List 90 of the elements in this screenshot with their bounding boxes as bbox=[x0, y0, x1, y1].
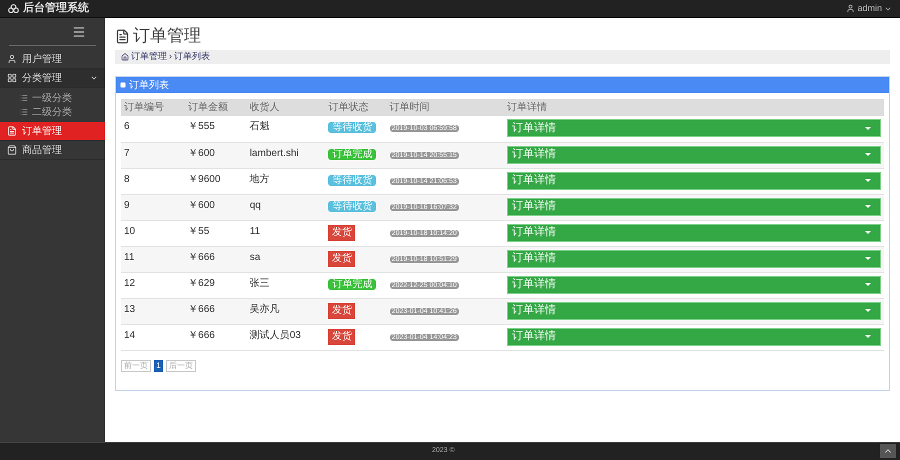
table-cell: qq bbox=[246, 194, 326, 220]
caret-icon bbox=[865, 126, 871, 130]
table-cell: ￥666 bbox=[185, 246, 247, 272]
sidebar-item[interactable]: 商品管理 bbox=[0, 141, 105, 160]
table-cell: 地方 bbox=[246, 168, 326, 194]
table-cell: ￥555 bbox=[185, 116, 247, 142]
table-cell: 11 bbox=[121, 246, 186, 272]
table-cell: 吴亦凡 bbox=[246, 298, 326, 324]
document-icon bbox=[115, 28, 130, 44]
table-cell: ￥55 bbox=[185, 220, 247, 246]
caret-icon bbox=[865, 309, 871, 312]
table-cell: 张三 bbox=[246, 272, 326, 298]
menu-toggle[interactable] bbox=[72, 25, 86, 39]
page-button[interactable]: 1 bbox=[154, 360, 163, 372]
user-menu[interactable]: admin bbox=[846, 2, 892, 16]
status-label: 等待收货 bbox=[328, 200, 376, 212]
table-cell: 8 bbox=[121, 168, 186, 194]
submenu-item[interactable]: 一级分类 bbox=[0, 91, 105, 105]
table-cell: 11 bbox=[246, 220, 326, 246]
caret-icon bbox=[865, 257, 871, 260]
panel-title: 订单列表 bbox=[129, 78, 169, 92]
column-header: 订单状态 bbox=[325, 99, 387, 116]
table-cell: ￥629 bbox=[185, 272, 247, 298]
detail-dropdown[interactable]: 订单详情 bbox=[507, 172, 881, 190]
chevron-icon bbox=[90, 74, 98, 82]
table-cell: 14 bbox=[121, 324, 186, 350]
user-icon bbox=[7, 54, 17, 64]
prev-page-button[interactable]: 前一页 bbox=[121, 360, 151, 372]
submenu-item[interactable]: 二级分类 bbox=[0, 105, 105, 119]
status-label: 等待收货 bbox=[328, 174, 376, 186]
sidebar-item[interactable]: 订单管理 bbox=[0, 122, 105, 141]
caret-icon bbox=[865, 179, 871, 182]
column-header: 订单时间 bbox=[386, 99, 504, 116]
caret-icon bbox=[865, 205, 871, 208]
home-icon bbox=[121, 53, 129, 61]
caret-icon bbox=[865, 153, 871, 156]
status-label: 订单完成 bbox=[328, 278, 376, 290]
table-cell: lambert.shi bbox=[246, 142, 326, 168]
table-cell: ￥666 bbox=[185, 298, 247, 324]
user-icon bbox=[846, 4, 856, 13]
column-header: 订单金额 bbox=[185, 99, 247, 116]
table-cell: ￥600 bbox=[185, 142, 247, 168]
ship-button[interactable]: 发货 bbox=[328, 224, 356, 240]
status-label: 订单完成 bbox=[328, 148, 376, 160]
caret-icon bbox=[865, 231, 871, 234]
breadcrumb-link[interactable]: 订单列表 bbox=[174, 50, 210, 64]
table-cell: ￥666 bbox=[185, 324, 247, 350]
brand-title: 后台管理系统 bbox=[23, 0, 89, 16]
detail-dropdown[interactable]: 订单详情 bbox=[507, 302, 881, 320]
column-header: 收货人 bbox=[246, 99, 326, 116]
bag-icon bbox=[7, 145, 17, 155]
table-cell: 石魁 bbox=[246, 116, 326, 142]
logo-icon bbox=[8, 4, 19, 13]
breadcrumb-separator: › bbox=[169, 50, 172, 64]
column-header: 订单详情 bbox=[504, 99, 884, 116]
grid-icon bbox=[7, 73, 17, 83]
square-icon bbox=[120, 82, 126, 88]
detail-dropdown[interactable]: 订单详情 bbox=[507, 224, 881, 242]
caret-icon bbox=[865, 335, 871, 338]
table-cell: 9 bbox=[121, 194, 186, 220]
table-cell: 测试人员03 bbox=[246, 324, 326, 350]
page-title: 订单管理 bbox=[133, 25, 201, 48]
detail-dropdown[interactable]: 订单详情 bbox=[507, 119, 881, 137]
detail-dropdown[interactable]: 订单详情 bbox=[507, 250, 881, 268]
detail-dropdown[interactable]: 订单详情 bbox=[507, 146, 881, 164]
column-header: 订单编号 bbox=[121, 99, 186, 116]
menu-icon bbox=[72, 25, 86, 39]
caret-icon bbox=[865, 283, 871, 286]
detail-dropdown[interactable]: 订单详情 bbox=[507, 198, 881, 216]
table-cell: ￥600 bbox=[185, 194, 247, 220]
table-cell: 7 bbox=[121, 142, 186, 168]
detail-dropdown[interactable]: 订单详情 bbox=[507, 328, 881, 346]
list-icon bbox=[20, 94, 28, 102]
table-cell: 10 bbox=[121, 220, 186, 246]
ship-button[interactable]: 发货 bbox=[328, 302, 356, 318]
table-cell: 6 bbox=[121, 116, 186, 142]
breadcrumb-link[interactable]: 订单管理 bbox=[131, 50, 167, 64]
table-cell: 12 bbox=[121, 272, 186, 298]
detail-dropdown[interactable]: 订单详情 bbox=[507, 276, 881, 294]
document-icon bbox=[7, 126, 17, 136]
back-to-top-button[interactable] bbox=[880, 444, 896, 458]
table-cell: ￥9600 bbox=[185, 168, 247, 194]
sidebar-item[interactable]: 分类管理 bbox=[0, 69, 105, 88]
list-icon bbox=[20, 108, 28, 116]
status-label: 等待收货 bbox=[328, 122, 376, 133]
ship-button[interactable]: 发货 bbox=[328, 328, 356, 344]
table-cell: 13 bbox=[121, 298, 186, 324]
table-cell: sa bbox=[246, 246, 326, 272]
ship-button[interactable]: 发货 bbox=[328, 250, 356, 266]
next-page-button[interactable]: 后一页 bbox=[166, 360, 196, 372]
